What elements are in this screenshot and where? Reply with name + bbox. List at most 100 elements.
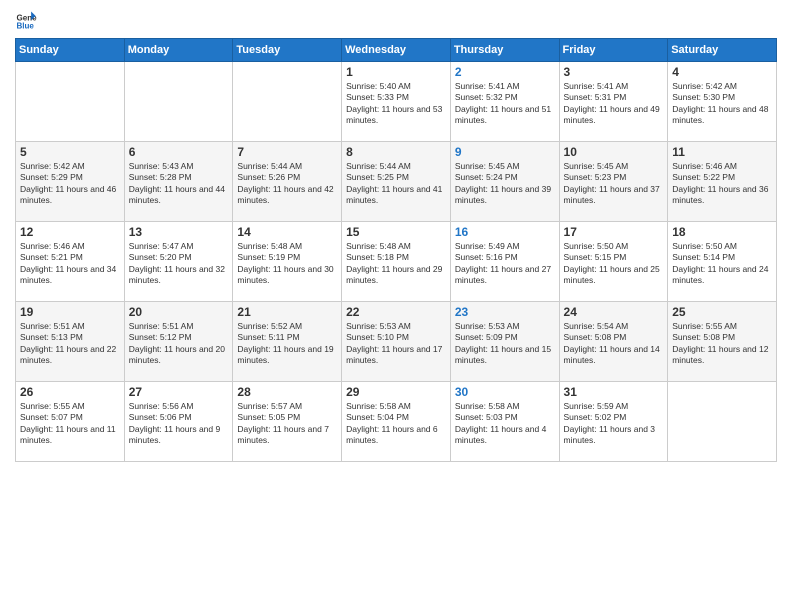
calendar-cell: 22 Sunrise: 5:53 AM Sunset: 5:10 PM Dayli… (342, 302, 451, 382)
calendar-cell: 21 Sunrise: 5:52 AM Sunset: 5:11 PM Dayli… (233, 302, 342, 382)
cell-info: Sunrise: 5:44 AM Sunset: 5:26 PM Dayligh… (237, 161, 337, 207)
calendar-cell: 12 Sunrise: 5:46 AM Sunset: 5:21 PM Dayli… (16, 222, 125, 302)
cell-info: Sunrise: 5:42 AM Sunset: 5:29 PM Dayligh… (20, 161, 120, 207)
week-row-2: 5Sunrise: 5:42 AM Sunset: 5:29 PM Daylig… (16, 142, 777, 222)
calendar-cell: 1Sunrise: 5:40 AM Sunset: 5:33 PM Daylig… (342, 62, 451, 142)
cell-info: Sunrise: 5:48 AM Sunset: 5:18 PM Dayligh… (346, 241, 446, 287)
cell-info: Sunrise: 5:52 AM Sunset: 5:11 PM Dayligh… (237, 321, 337, 367)
calendar-cell: 5Sunrise: 5:42 AM Sunset: 5:29 PM Daylig… (16, 142, 125, 222)
day-number: 14 (237, 225, 337, 239)
header: General Blue (15, 10, 777, 32)
week-row-4: 19 Sunrise: 5:51 AM Sunset: 5:13 PM Dayli… (16, 302, 777, 382)
logo: General Blue (15, 10, 37, 32)
day-number: 28 (237, 385, 337, 399)
day-number: 8 (346, 145, 446, 159)
calendar-cell (124, 62, 233, 142)
cell-info: Sunrise: 5:49 AM Sunset: 5:16 PM Dayligh… (455, 241, 555, 287)
cell-info: Sunrise: 5:51 AM Sunset: 5:13 PM Dayligh… (20, 321, 120, 367)
cell-info: Sunrise: 5:41 AM Sunset: 5:32 PM Dayligh… (455, 81, 555, 127)
cell-info: Sunrise: 5:45 AM Sunset: 5:23 PM Dayligh… (564, 161, 664, 207)
cell-info: Sunrise: 5:42 AM Sunset: 5:30 PM Dayligh… (672, 81, 772, 127)
cell-info: Sunrise: 5:57 AM Sunset: 5:05 PM Dayligh… (237, 401, 337, 447)
weekday-header-row: SundayMondayTuesdayWednesdayThursdayFrid… (16, 39, 777, 62)
calendar-cell (668, 382, 777, 462)
calendar-cell: 13 Sunrise: 5:47 AM Sunset: 5:20 PM Dayli… (124, 222, 233, 302)
day-number: 6 (129, 145, 229, 159)
weekday-header-sunday: Sunday (16, 39, 125, 62)
day-number: 21 (237, 305, 337, 319)
calendar-cell: 8 Sunrise: 5:44 AM Sunset: 5:25 PM Daylig… (342, 142, 451, 222)
cell-info: Sunrise: 5:53 AM Sunset: 5:10 PM Dayligh… (346, 321, 446, 367)
calendar-cell: 7 Sunrise: 5:44 AM Sunset: 5:26 PM Daylig… (233, 142, 342, 222)
day-number: 23 (455, 305, 555, 319)
day-number: 27 (129, 385, 229, 399)
weekday-header-saturday: Saturday (668, 39, 777, 62)
page-container: General Blue SundayMondayTuesdayWednesda… (0, 0, 792, 472)
weekday-header-monday: Monday (124, 39, 233, 62)
day-number: 10 (564, 145, 664, 159)
day-number: 19 (20, 305, 120, 319)
calendar-cell: 17 Sunrise: 5:50 AM Sunset: 5:15 PM Dayli… (559, 222, 668, 302)
day-number: 30 (455, 385, 555, 399)
calendar-cell: 11Sunrise: 5:46 AM Sunset: 5:22 PM Dayli… (668, 142, 777, 222)
calendar-cell: 4 Sunrise: 5:42 AM Sunset: 5:30 PM Daylig… (668, 62, 777, 142)
cell-info: Sunrise: 5:55 AM Sunset: 5:07 PM Dayligh… (20, 401, 120, 447)
cell-info: Sunrise: 5:46 AM Sunset: 5:22 PM Dayligh… (672, 161, 772, 207)
weekday-header-wednesday: Wednesday (342, 39, 451, 62)
cell-info: Sunrise: 5:48 AM Sunset: 5:19 PM Dayligh… (237, 241, 337, 287)
cell-info: Sunrise: 5:44 AM Sunset: 5:25 PM Dayligh… (346, 161, 446, 207)
cell-info: Sunrise: 5:47 AM Sunset: 5:20 PM Dayligh… (129, 241, 229, 287)
calendar-cell: 15 Sunrise: 5:48 AM Sunset: 5:18 PM Dayli… (342, 222, 451, 302)
calendar-table: SundayMondayTuesdayWednesdayThursdayFrid… (15, 38, 777, 462)
day-number: 7 (237, 145, 337, 159)
cell-info: Sunrise: 5:59 AM Sunset: 5:02 PM Dayligh… (564, 401, 664, 447)
calendar-cell: 24Sunrise: 5:54 AM Sunset: 5:08 PM Dayli… (559, 302, 668, 382)
cell-info: Sunrise: 5:51 AM Sunset: 5:12 PM Dayligh… (129, 321, 229, 367)
calendar-cell: 16 Sunrise: 5:49 AM Sunset: 5:16 PM Dayli… (450, 222, 559, 302)
cell-info: Sunrise: 5:58 AM Sunset: 5:04 PM Dayligh… (346, 401, 446, 447)
calendar-cell: 9Sunrise: 5:45 AM Sunset: 5:24 PM Daylig… (450, 142, 559, 222)
logo-icon: General Blue (15, 10, 37, 32)
day-number: 25 (672, 305, 772, 319)
day-number: 2 (455, 65, 555, 79)
calendar-cell: 26 Sunrise: 5:55 AM Sunset: 5:07 PM Dayli… (16, 382, 125, 462)
cell-info: Sunrise: 5:45 AM Sunset: 5:24 PM Dayligh… (455, 161, 555, 207)
cell-info: Sunrise: 5:54 AM Sunset: 5:08 PM Dayligh… (564, 321, 664, 367)
cell-info: Sunrise: 5:50 AM Sunset: 5:15 PM Dayligh… (564, 241, 664, 287)
day-number: 3 (564, 65, 664, 79)
day-number: 17 (564, 225, 664, 239)
weekday-header-tuesday: Tuesday (233, 39, 342, 62)
calendar-cell: 23 Sunrise: 5:53 AM Sunset: 5:09 PM Dayli… (450, 302, 559, 382)
svg-text:Blue: Blue (16, 21, 34, 30)
week-row-1: 1Sunrise: 5:40 AM Sunset: 5:33 PM Daylig… (16, 62, 777, 142)
calendar-cell: 6 Sunrise: 5:43 AM Sunset: 5:28 PM Daylig… (124, 142, 233, 222)
calendar-cell (16, 62, 125, 142)
cell-info: Sunrise: 5:50 AM Sunset: 5:14 PM Dayligh… (672, 241, 772, 287)
calendar-cell: 20Sunrise: 5:51 AM Sunset: 5:12 PM Dayli… (124, 302, 233, 382)
cell-info: Sunrise: 5:41 AM Sunset: 5:31 PM Dayligh… (564, 81, 664, 127)
day-number: 12 (20, 225, 120, 239)
weekday-header-friday: Friday (559, 39, 668, 62)
calendar-cell: 25 Sunrise: 5:55 AM Sunset: 5:08 PM Dayli… (668, 302, 777, 382)
cell-info: Sunrise: 5:43 AM Sunset: 5:28 PM Dayligh… (129, 161, 229, 207)
weekday-header-thursday: Thursday (450, 39, 559, 62)
calendar-cell: 28 Sunrise: 5:57 AM Sunset: 5:05 PM Dayli… (233, 382, 342, 462)
calendar-cell: 10 Sunrise: 5:45 AM Sunset: 5:23 PM Dayli… (559, 142, 668, 222)
day-number: 31 (564, 385, 664, 399)
calendar-cell (233, 62, 342, 142)
cell-info: Sunrise: 5:46 AM Sunset: 5:21 PM Dayligh… (20, 241, 120, 287)
cell-info: Sunrise: 5:53 AM Sunset: 5:09 PM Dayligh… (455, 321, 555, 367)
calendar-cell: 3 Sunrise: 5:41 AM Sunset: 5:31 PM Daylig… (559, 62, 668, 142)
day-number: 29 (346, 385, 446, 399)
day-number: 13 (129, 225, 229, 239)
calendar-cell: 19 Sunrise: 5:51 AM Sunset: 5:13 PM Dayli… (16, 302, 125, 382)
day-number: 26 (20, 385, 120, 399)
day-number: 16 (455, 225, 555, 239)
day-number: 22 (346, 305, 446, 319)
day-number: 4 (672, 65, 772, 79)
day-number: 15 (346, 225, 446, 239)
calendar-cell: 18Sunrise: 5:50 AM Sunset: 5:14 PM Dayli… (668, 222, 777, 302)
day-number: 1 (346, 65, 446, 79)
week-row-5: 26 Sunrise: 5:55 AM Sunset: 5:07 PM Dayli… (16, 382, 777, 462)
cell-info: Sunrise: 5:55 AM Sunset: 5:08 PM Dayligh… (672, 321, 772, 367)
